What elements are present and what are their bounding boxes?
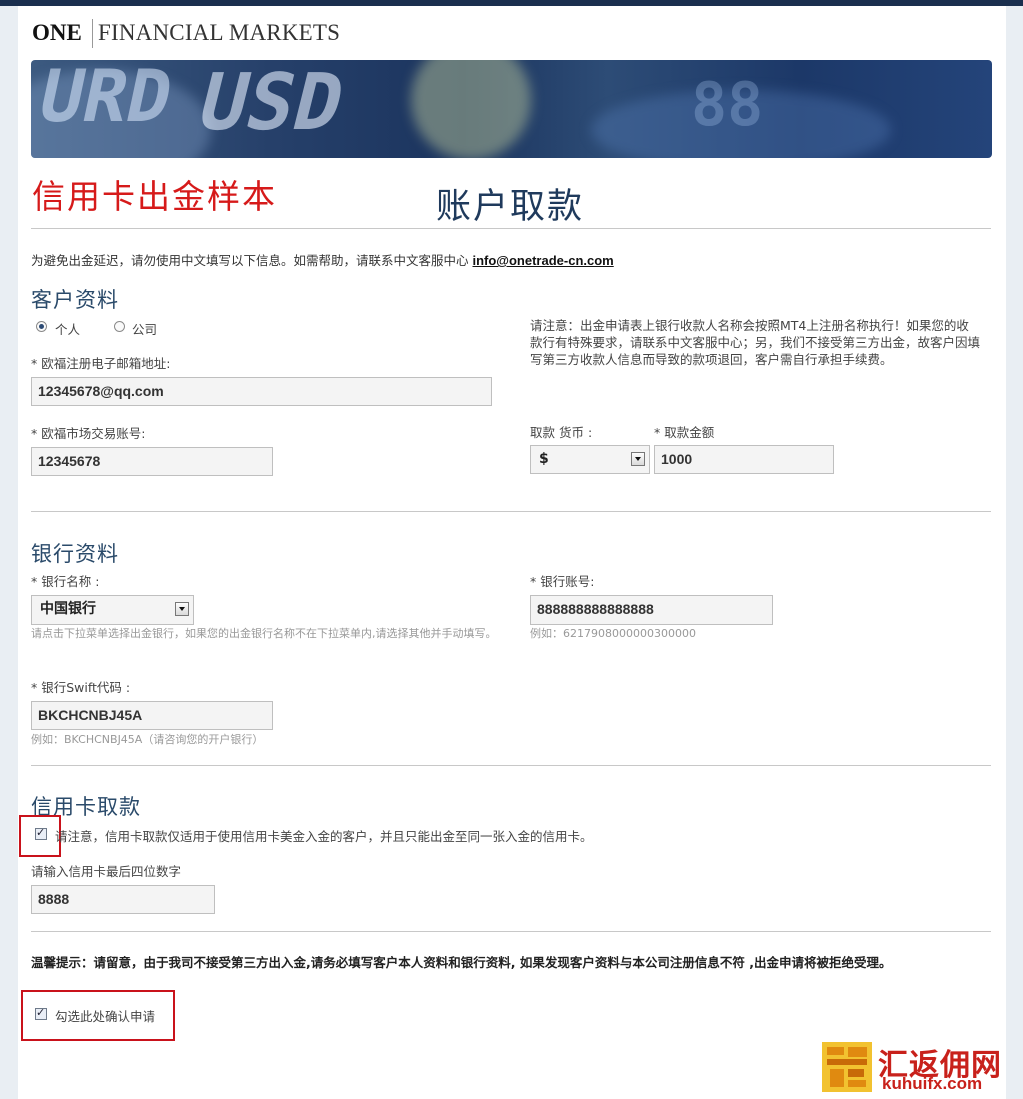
- bank-section-title: 银行资料: [31, 542, 119, 566]
- swift-hint: 例如：BKCHCNBJ45A（请咨询您的开户银行）: [31, 733, 264, 746]
- currency-label: 取款 货币 :: [530, 425, 593, 440]
- logo-financial-markets: FINANCIAL MARKETS: [98, 20, 341, 45]
- bank-name-value: 中国银行: [40, 601, 96, 617]
- support-email-link[interactable]: info@onetrade-cn.com: [472, 253, 613, 268]
- header-banner: URD USD 88: [31, 60, 992, 158]
- currency-select[interactable]: $: [530, 445, 650, 474]
- swift-label: * 银行Swift代码 :: [31, 680, 131, 695]
- banner-ticker-1: URD: [32, 60, 180, 138]
- help-notice-text: 为避免出金延迟，请勿使用中文填写以下信息。如需帮助，请联系中文客服中心: [31, 253, 473, 268]
- watermark-logo-icon: [822, 1042, 872, 1092]
- radio-personal[interactable]: [36, 321, 47, 332]
- currency-value: $: [539, 451, 549, 467]
- trading-account-label: * 欧福市场交易账号:: [31, 426, 146, 441]
- payee-note: 请注意：出金申请表上银行收款人名称会按照MT4上注册名称执行！如果您的收款行有特…: [530, 318, 981, 367]
- chevron-down-icon[interactable]: [175, 602, 189, 616]
- bank-account-field[interactable]: 888888888888888: [530, 595, 773, 625]
- card-agree-text: 请注意，信用卡取款仅适用于使用信用卡美金入金的客户，并且只能出金至同一张入金的信…: [55, 829, 593, 844]
- bank-name-select[interactable]: 中国银行: [31, 595, 194, 625]
- divider: [31, 511, 991, 512]
- logo-divider: [92, 19, 93, 48]
- chevron-down-icon[interactable]: [631, 452, 645, 466]
- email-field[interactable]: 12345678@qq.com: [31, 377, 492, 406]
- amount-label: * 取款金额: [654, 425, 715, 440]
- check-icon: ✓: [36, 1006, 46, 1019]
- customer-section-title: 客户资料: [31, 288, 119, 312]
- swift-field[interactable]: BKCHCNBJ45A: [31, 701, 273, 730]
- card-last4-field[interactable]: 8888: [31, 885, 215, 914]
- email-label: * 欧福注册电子邮箱地址:: [31, 356, 171, 371]
- help-notice: 为避免出金延迟，请勿使用中文填写以下信息。如需帮助，请联系中文客服中心 info…: [31, 250, 614, 269]
- bank-name-hint: 请点击下拉菜单选择出金银行，如果您的出金银行名称不在下拉菜单内,请选择其他并手动…: [31, 627, 497, 640]
- radio-company-label: 公司: [132, 322, 158, 337]
- trading-account-field[interactable]: 12345678: [31, 447, 273, 476]
- sample-title: 信用卡出金样本: [32, 177, 277, 216]
- divider: [31, 765, 991, 766]
- banner-ticker-2: USD: [189, 60, 354, 148]
- bank-account-hint: 例如：6217908000000300000: [530, 627, 696, 640]
- radio-company[interactable]: [114, 321, 125, 332]
- card-agree-checkbox[interactable]: ✓: [35, 826, 47, 840]
- withdrawal-page: ONE FINANCIAL MARKETS URD USD 88 信用卡出金样本…: [18, 6, 1006, 1099]
- warning-text: 温馨提示：请留意，由于我司不接受第三方出入金,请务必填写客户本人资料和银行资料,…: [31, 955, 892, 970]
- watermark-url: kuhuifx.com: [882, 1074, 983, 1093]
- bank-name-label: * 银行名称 :: [31, 574, 100, 589]
- card-last4-label: 请输入信用卡最后四位数字: [31, 864, 182, 879]
- confirm-label: 勾选此处确认申请: [55, 1009, 156, 1024]
- page-title: 账户取款: [436, 187, 585, 227]
- banner-blur-digits: 88: [691, 70, 764, 140]
- bank-account-label: * 银行账号:: [530, 574, 595, 589]
- divider: [31, 228, 991, 229]
- divider: [31, 931, 991, 932]
- amount-field[interactable]: 1000: [654, 445, 834, 474]
- logo-one: ONE: [32, 20, 82, 45]
- radio-personal-label: 个人: [55, 322, 81, 337]
- check-icon: ✓: [36, 826, 46, 839]
- confirm-checkbox[interactable]: ✓: [35, 1006, 47, 1020]
